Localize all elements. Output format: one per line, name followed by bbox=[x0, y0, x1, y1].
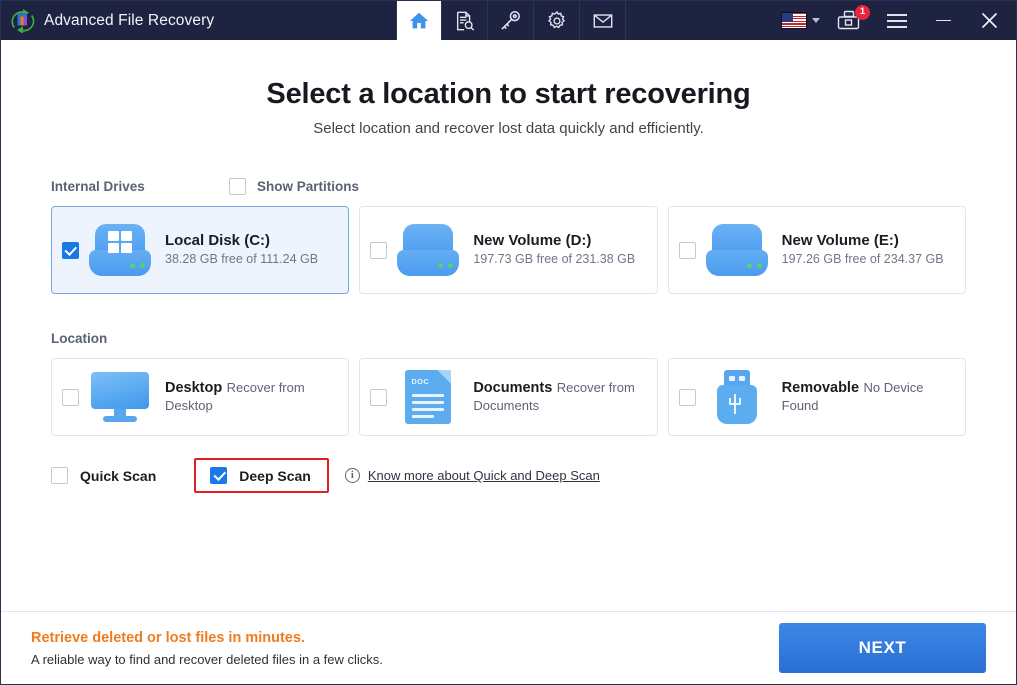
title-bar: Advanced File Recovery 1 bbox=[1, 1, 1016, 40]
toolbox-icon: 1 bbox=[837, 4, 870, 33]
quick-scan-option[interactable]: Quick Scan bbox=[51, 467, 156, 484]
drive-card-new-volume-e[interactable]: New Volume (E:) 197.26 GB free of 234.37… bbox=[667, 206, 966, 294]
drive-checkbox-slot bbox=[370, 241, 388, 259]
page-header: Select a location to start recovering Se… bbox=[51, 40, 966, 137]
document-search-icon bbox=[456, 11, 474, 31]
scan-results-tab[interactable] bbox=[442, 1, 488, 40]
drive-card-new-volume-d[interactable]: New Volume (D:) 197.73 GB free of 231.38… bbox=[359, 206, 658, 294]
location-title-desktop: Desktop bbox=[165, 379, 223, 396]
hamburger-menu-icon bbox=[887, 13, 907, 28]
app-logo bbox=[11, 8, 35, 34]
close-icon bbox=[981, 12, 997, 29]
location-info-removable: Removable No Device Found bbox=[782, 379, 951, 415]
app-title: Advanced File Recovery bbox=[44, 11, 215, 29]
main-content: Select a location to start recovering Se… bbox=[1, 40, 1016, 611]
usb-drive-icon bbox=[706, 370, 768, 424]
footer-bar: Retrieve deleted or lost files in minute… bbox=[1, 611, 1016, 684]
drive-title-c: Local Disk (C:) bbox=[165, 232, 271, 249]
toolbox-badge: 1 bbox=[855, 4, 870, 20]
show-partitions-label: Show Partitions bbox=[257, 178, 360, 194]
monitor-icon bbox=[89, 372, 151, 422]
know-more-area: i Know more about Quick and Deep Scan bbox=[344, 468, 600, 483]
deep-scan-option[interactable]: Deep Scan bbox=[194, 458, 329, 493]
next-button[interactable]: NEXT bbox=[779, 623, 986, 673]
minimize-button[interactable] bbox=[920, 1, 966, 40]
show-partitions-toggle[interactable]: Show Partitions bbox=[229, 177, 360, 195]
drive-meta-d: 197.73 GB free of 231.38 GB bbox=[473, 252, 636, 266]
scan-options-row: Quick Scan Deep Scan i Know more about Q… bbox=[51, 458, 966, 493]
deep-scan-label: Deep Scan bbox=[239, 467, 311, 484]
location-label: Location bbox=[51, 330, 108, 346]
location-checkbox-removable[interactable] bbox=[678, 388, 696, 406]
drive-info-d: New Volume (D:) 197.73 GB free of 231.38… bbox=[473, 232, 642, 268]
quick-scan-label: Quick Scan bbox=[80, 467, 157, 484]
document-icon: DOC bbox=[397, 370, 459, 424]
show-partitions-checkbox[interactable] bbox=[229, 177, 246, 195]
drive-checkbox-slot bbox=[62, 241, 79, 259]
location-checkbox-slot bbox=[370, 388, 388, 406]
drive-meta-c: 38.28 GB free of 111.24 GB bbox=[165, 252, 319, 266]
minimize-icon bbox=[935, 19, 951, 22]
location-checkbox-slot bbox=[678, 388, 696, 406]
internal-drives-label: Internal Drives bbox=[51, 178, 145, 194]
know-more-link[interactable]: Know more about Quick and Deep Scan bbox=[368, 468, 600, 483]
drive-checkbox-e[interactable] bbox=[678, 241, 696, 259]
page-subtitle: Select location and recover lost data qu… bbox=[313, 120, 704, 137]
hard-drive-windows-icon bbox=[89, 224, 151, 276]
location-title-documents: Documents bbox=[473, 379, 553, 396]
gear-icon bbox=[547, 10, 565, 28]
activation-tab[interactable] bbox=[488, 1, 534, 40]
hard-drive-icon bbox=[397, 224, 460, 276]
drive-checkbox-slot bbox=[678, 241, 696, 259]
quick-scan-checkbox[interactable] bbox=[51, 467, 68, 484]
location-card-row: Desktop Recover from Desktop DOC Documen… bbox=[51, 358, 966, 436]
drive-info-e: New Volume (E:) 197.26 GB free of 234.37… bbox=[782, 232, 951, 268]
page-title: Select a location to start recovering bbox=[266, 78, 751, 110]
close-button[interactable] bbox=[966, 1, 1012, 40]
deep-scan-checkbox[interactable] bbox=[210, 467, 228, 484]
drive-title-e: New Volume (E:) bbox=[781, 232, 899, 249]
nav-tabs bbox=[396, 1, 626, 40]
envelope-icon bbox=[593, 13, 612, 28]
drive-title-d: New Volume (D:) bbox=[473, 232, 592, 249]
drive-card-row: Local Disk (C:) 38.28 GB free of 111.24 … bbox=[51, 206, 966, 294]
location-title-removable: Removable bbox=[781, 379, 860, 396]
location-checkbox-documents[interactable] bbox=[370, 388, 388, 406]
location-header: Location bbox=[51, 328, 966, 348]
us-flag-icon bbox=[781, 12, 807, 29]
titlebar-system-zone: 1 bbox=[773, 1, 1016, 40]
drive-meta-e: 197.26 GB free of 234.37 GB bbox=[781, 252, 944, 266]
drive-checkbox-d[interactable] bbox=[370, 241, 388, 259]
location-info-documents: Documents Recover from Documents bbox=[473, 379, 642, 415]
location-info-desktop: Desktop Recover from Desktop bbox=[165, 379, 334, 415]
mail-tab[interactable] bbox=[580, 1, 626, 40]
location-checkbox-slot bbox=[62, 388, 79, 406]
location-card-desktop[interactable]: Desktop Recover from Desktop bbox=[51, 358, 350, 436]
language-selector[interactable] bbox=[773, 1, 828, 40]
home-icon bbox=[409, 12, 429, 28]
chevron-down-icon bbox=[812, 18, 820, 23]
drive-info-c: Local Disk (C:) 38.28 GB free of 111.24 … bbox=[165, 232, 334, 268]
footer-headline: Retrieve deleted or lost files in minute… bbox=[31, 629, 305, 646]
menu-button[interactable] bbox=[874, 1, 920, 40]
settings-tab[interactable] bbox=[534, 1, 580, 40]
key-icon bbox=[501, 11, 520, 30]
info-circle-icon: i bbox=[344, 468, 360, 483]
location-card-removable[interactable]: Removable No Device Found bbox=[667, 358, 966, 436]
internal-drives-header: Internal Drives Show Partitions bbox=[51, 176, 966, 196]
toolbox-button[interactable]: 1 bbox=[828, 1, 874, 40]
footer-subline: A reliable way to find and recover delet… bbox=[31, 651, 383, 667]
titlebar-spacer bbox=[626, 1, 773, 40]
application-window: Advanced File Recovery 1 Select a locati… bbox=[0, 0, 1017, 685]
hard-drive-icon bbox=[705, 224, 768, 276]
location-card-documents[interactable]: DOC Documents Recover from Documents bbox=[359, 358, 658, 436]
drive-checkbox-c[interactable] bbox=[62, 241, 79, 259]
drive-card-local-disk-c[interactable]: Local Disk (C:) 38.28 GB free of 111.24 … bbox=[51, 206, 350, 294]
brand-area: Advanced File Recovery bbox=[1, 1, 396, 40]
home-tab[interactable] bbox=[396, 1, 442, 40]
footer-text: Retrieve deleted or lost files in minute… bbox=[31, 630, 779, 667]
location-checkbox-desktop[interactable] bbox=[62, 388, 79, 406]
document-type-tag: DOC bbox=[411, 377, 430, 386]
